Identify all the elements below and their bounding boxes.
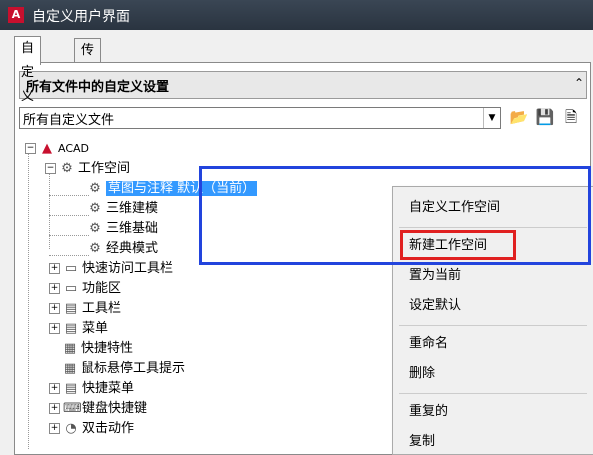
menu-separator [399, 393, 587, 394]
section-title: 所有文件中的自定义设置 [26, 80, 170, 95]
menu-item-customize-workspace[interactable]: 自定义工作空间 [409, 197, 500, 219]
tree-node-keyboard-shortcuts[interactable]: + ⌨键盘快捷键 [49, 399, 147, 419]
menu-item-set-default[interactable]: 设定默认 [409, 295, 461, 317]
toolbar-icon: ▭ [64, 261, 78, 276]
autocad-app-icon: ▲ [42, 141, 52, 156]
expand-icon[interactable]: + [49, 283, 60, 294]
menu-separator [399, 325, 587, 326]
dropdown-arrow-icon[interactable]: ▼ [483, 108, 500, 128]
tooltip-icon: ▦ [63, 361, 77, 376]
menu-item-copy[interactable]: 复制 [409, 431, 435, 453]
menu-icon: ▤ [64, 321, 78, 336]
gear-icon: ⚙ [89, 201, 101, 216]
tree-node-workspaces[interactable]: − ⚙ 工作空间 [45, 159, 130, 179]
save-as-icon[interactable]: 🗎 [561, 107, 581, 127]
tab-customize[interactable]: 自定义 [14, 36, 42, 104]
collapse-icon[interactable]: − [45, 163, 56, 174]
menu-item-rename[interactable]: 重命名 [409, 333, 448, 355]
tree-node-quick-access-toolbar[interactable]: + ▭ 快速访问工具栏 [49, 259, 173, 279]
menu-separator [399, 227, 587, 228]
context-menu: 自定义工作空间 新建工作空间 置为当前 设定默认 重命名 删除 重复的 复制 [392, 186, 593, 455]
menu-item-duplicate[interactable]: 重复的 [409, 401, 448, 423]
tree-node-shortcut-menus[interactable]: + ▤ 快捷菜单 [49, 379, 134, 399]
tree-node-acad[interactable]: − ▲ ACAD [25, 139, 89, 159]
expand-icon[interactable]: + [49, 263, 60, 274]
tree-node-rollover-tooltips[interactable]: ▦ 鼠标悬停工具提示 [62, 359, 185, 379]
tree-node-toolbars[interactable]: + ▤ 工具栏 [49, 299, 121, 319]
tree-node-ribbon[interactable]: + ▭ 功能区 [49, 279, 121, 299]
window-title: 自定义用户界面 [32, 9, 130, 25]
toolbars-icon: ▤ [64, 301, 78, 316]
gear-icon: ⚙ [61, 161, 73, 176]
expand-icon[interactable]: + [49, 403, 60, 414]
tree-node-menus[interactable]: + ▤ 菜单 [49, 319, 108, 339]
expand-icon[interactable]: + [49, 423, 60, 434]
tree-node-workspace-3d-modeling[interactable]: ⚙ 三维建模 [87, 199, 158, 219]
tab-transfer[interactable]: 传输 [74, 38, 102, 82]
ribbon-icon: ▭ [64, 281, 78, 296]
quick-properties-icon: ▦ [63, 341, 77, 356]
autocad-app-icon: A [8, 7, 24, 23]
keyboard-icon: ⌨ [63, 401, 82, 416]
tree-node-double-click-actions[interactable]: + ◔ 双击动作 [49, 419, 134, 439]
tree-node-workspace-3d-basics[interactable]: ⚙ 三维基础 [87, 219, 158, 239]
mouse-icon: ◔ [65, 421, 77, 436]
collapse-icon[interactable]: − [25, 143, 36, 154]
menu-item-new-workspace[interactable]: 新建工作空间 [409, 235, 487, 257]
open-folder-icon[interactable]: 📂 [509, 107, 529, 127]
gear-icon: ⚙ [89, 181, 101, 196]
shortcut-menu-icon: ▤ [64, 381, 78, 396]
menu-item-delete[interactable]: 删除 [409, 363, 435, 385]
chevron-up-icon[interactable]: ⌃ [574, 76, 584, 90]
tree-node-quick-properties[interactable]: ▦ 快捷特性 [62, 339, 133, 359]
save-icon[interactable]: 💾 [535, 107, 555, 127]
tree-node-workspace-classic[interactable]: ⚙ 经典模式 [87, 239, 158, 259]
section-header[interactable]: 所有文件中的自定义设置 ⌃ [19, 71, 587, 99]
gear-icon: ⚙ [89, 221, 101, 236]
menu-item-set-current[interactable]: 置为当前 [409, 265, 461, 287]
expand-icon[interactable]: + [49, 303, 60, 314]
title-bar: A 自定义用户界面 [0, 0, 593, 30]
file-select-value: 所有自定义文件 [23, 113, 115, 128]
expand-icon[interactable]: + [49, 323, 60, 334]
expand-icon[interactable]: + [49, 383, 60, 394]
file-select[interactable]: 所有自定义文件 ▼ [19, 107, 501, 129]
tree-node-workspace-drafting[interactable]: ⚙ 草图与注释 默认（当前） [87, 179, 258, 199]
gear-icon: ⚙ [89, 241, 101, 256]
